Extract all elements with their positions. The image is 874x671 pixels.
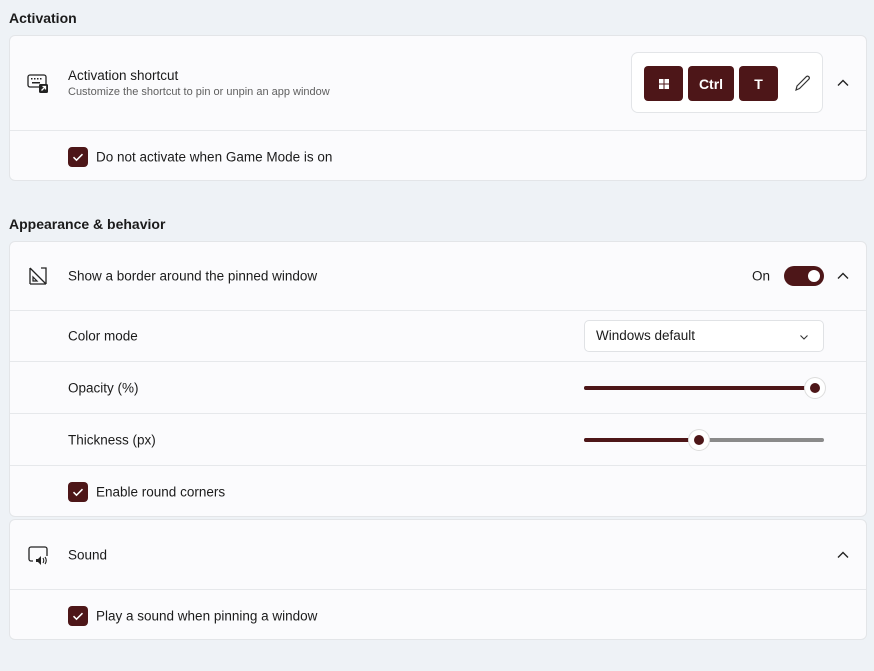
opacity-label: Opacity (%) (68, 380, 139, 395)
color-mode-value: Windows default (596, 328, 696, 343)
key-t: T (739, 66, 778, 101)
opacity-slider-fill (584, 385, 815, 390)
windows-logo-icon (658, 78, 669, 89)
color-mode-row: Color mode Windows default (10, 310, 866, 361)
game-mode-row: Do not activate when Game Mode is on (10, 130, 866, 180)
round-corners-label: Enable round corners (96, 484, 226, 500)
section-activation: Activation (9, 10, 77, 26)
play-sound-label: Play a sound when pinning a window (96, 608, 318, 623)
round-corners-checkbox[interactable] (68, 482, 88, 502)
sound-title: Sound (68, 547, 108, 562)
thickness-slider[interactable] (584, 429, 824, 450)
activation-shortcut-row: Activation shortcut Customize the shortcu… (10, 36, 866, 130)
border-row: Show a border around the pinned window O… (10, 242, 866, 310)
chevron-down-icon (800, 335, 808, 340)
appearance-card: Show a border around the pinned window O… (9, 241, 867, 517)
section-appearance: Appearance & behavior (9, 216, 166, 232)
game-mode-checkbox[interactable] (68, 146, 88, 167)
sound-icon (28, 545, 48, 565)
activation-card: Activation shortcut Customize the shortcu… (9, 35, 867, 181)
opacity-slider[interactable] (584, 377, 825, 398)
key-win (644, 66, 683, 101)
activation-shortcut-title: Activation shortcut (68, 68, 179, 83)
play-sound-checkbox[interactable] (68, 605, 88, 626)
shortcut-keys[interactable]: Ctrl T (631, 52, 823, 113)
key-ctrl: Ctrl (688, 66, 734, 101)
chevron-up-icon[interactable] (836, 76, 850, 90)
edit-pencil-icon[interactable] (793, 73, 813, 93)
thickness-slider-fill (584, 437, 700, 442)
thickness-label: Thickness (px) (68, 432, 156, 447)
opacity-slider-thumb[interactable] (805, 377, 825, 398)
sound-row: Sound (10, 520, 866, 589)
game-mode-label: Do not activate when Game Mode is on (96, 149, 333, 164)
keyboard-shortcut-icon (27, 74, 48, 93)
activation-shortcut-description: Customize the shortcut to pin or unpin a… (68, 86, 330, 98)
thickness-slider-thumb[interactable] (689, 429, 710, 450)
round-corners-row: Enable round corners (10, 465, 866, 516)
border-ruler-icon (29, 267, 47, 285)
border-toggle[interactable] (784, 266, 824, 286)
thickness-row: Thickness (px) (10, 413, 866, 465)
border-state-label: On (752, 268, 771, 284)
play-sound-row: Play a sound when pinning a window (10, 589, 866, 639)
border-title: Show a border around the pinned window (68, 268, 318, 284)
opacity-row: Opacity (%) (10, 361, 866, 413)
color-mode-label: Color mode (68, 328, 138, 344)
chevron-up-icon[interactable] (836, 548, 850, 562)
sound-card: Sound Play a sound when pinning a window (9, 519, 867, 640)
chevron-up-icon[interactable] (836, 269, 850, 283)
color-mode-dropdown[interactable]: Windows default (584, 320, 824, 352)
